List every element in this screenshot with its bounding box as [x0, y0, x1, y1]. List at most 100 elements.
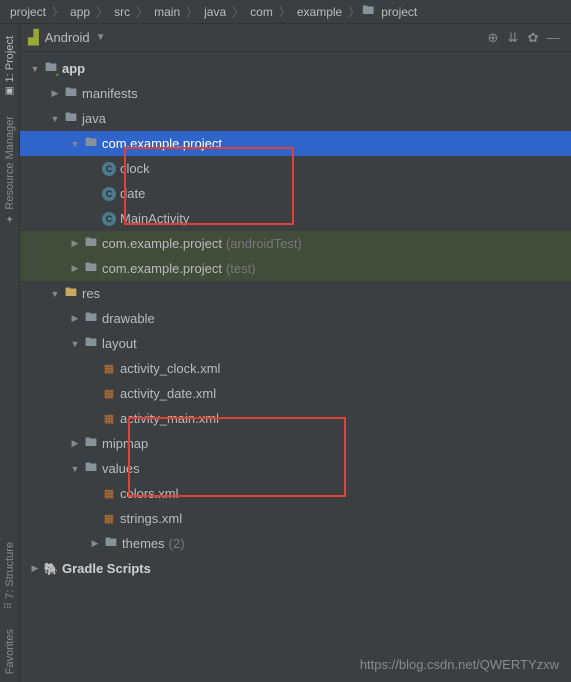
crumb-2[interactable]: src: [110, 5, 134, 19]
node-label: com.example.project: [102, 236, 222, 251]
expand-icon[interactable]: ▼: [68, 139, 82, 149]
node-suffix: (2): [169, 536, 185, 551]
crumb-sep: 〉: [230, 3, 246, 20]
gear-icon[interactable]: ✿: [523, 30, 543, 46]
crumb-sep: 〉: [50, 3, 66, 20]
tab-project[interactable]: ▣1: Project: [2, 28, 18, 104]
node-drawable[interactable]: ▶ 🖿 drawable: [20, 306, 571, 331]
folder-icon: 🖿: [82, 433, 100, 454]
tab-structure[interactable]: ⠿7: Structure: [2, 534, 18, 617]
package-icon: 🖿: [82, 233, 100, 254]
expand-icon[interactable]: ▶: [68, 238, 82, 249]
class-icon: C: [102, 187, 116, 201]
class-icon: C: [102, 212, 116, 226]
expand-icon[interactable]: ▶: [28, 563, 42, 574]
panel-title[interactable]: Android: [45, 30, 90, 45]
expand-icon[interactable]: ▼: [68, 339, 82, 349]
crumb-4[interactable]: java: [200, 5, 230, 19]
crumb-7[interactable]: project: [377, 5, 421, 19]
expand-icon[interactable]: ▶: [68, 438, 82, 449]
expand-icon[interactable]: ▼: [48, 114, 62, 124]
class-icon: C: [102, 162, 116, 176]
tab-resource-manager[interactable]: ✦Resource Manager: [2, 108, 18, 232]
node-mipmap[interactable]: ▶ 🖿 mipmap: [20, 431, 571, 456]
module-icon: 🖿: [42, 58, 60, 79]
node-label: layout: [102, 336, 137, 351]
node-label: res: [82, 286, 100, 301]
node-pkg-test[interactable]: ▶ 🖿 com.example.project (test): [20, 256, 571, 281]
folder-icon: 🖿: [62, 83, 80, 104]
collapse-icon[interactable]: ⇊: [503, 30, 523, 46]
node-label: values: [102, 461, 140, 476]
node-label: MainActivity: [120, 211, 189, 226]
node-label: themes: [122, 536, 165, 551]
node-res[interactable]: ▼ 🖿 res: [20, 281, 571, 306]
expand-icon[interactable]: ▶: [48, 88, 62, 99]
expand-icon[interactable]: ▶: [88, 538, 102, 549]
crumb-sep: 〉: [184, 3, 200, 20]
node-class-date[interactable]: C date: [20, 181, 571, 206]
folder-icon: 🖿: [62, 108, 80, 129]
file-tree[interactable]: ▼ 🖿 app ▶ 🖿 manifests ▼ 🖿 java ▼ 🖿 com.e…: [20, 52, 571, 682]
node-label: activity_main.xml: [120, 411, 219, 426]
node-manifests[interactable]: ▶ 🖿 manifests: [20, 81, 571, 106]
breadcrumb[interactable]: project〉 app〉 src〉 main〉 java〉 com〉 exam…: [0, 0, 571, 24]
node-suffix: (test): [226, 261, 256, 276]
node-pkg-main[interactable]: ▼ 🖿 com.example.project: [20, 131, 571, 156]
node-values[interactable]: ▼ 🖿 values: [20, 456, 571, 481]
node-app[interactable]: ▼ 🖿 app: [20, 56, 571, 81]
crumb-3[interactable]: main: [150, 5, 184, 19]
node-themes[interactable]: ▶ 🖿 themes (2): [20, 531, 571, 556]
crumb-sep: 〉: [346, 3, 362, 20]
folder-icon: 🖿: [102, 533, 120, 554]
tab-favorites[interactable]: Favorites: [2, 621, 18, 682]
node-label: com.example.project: [102, 136, 222, 151]
folder-icon: 🖿: [82, 333, 100, 354]
node-class-clock[interactable]: C clock: [20, 156, 571, 181]
node-pkg-androidtest[interactable]: ▶ 🖿 com.example.project (androidTest): [20, 231, 571, 256]
node-colors-xml[interactable]: ▦ colors.xml: [20, 481, 571, 506]
target-icon[interactable]: ⊕: [483, 30, 503, 46]
node-java[interactable]: ▼ 🖿 java: [20, 106, 571, 131]
crumb-6[interactable]: example: [293, 5, 346, 19]
node-class-mainactivity[interactable]: C MainActivity: [20, 206, 571, 231]
watermark: https://blog.csdn.net/QWERTYzxw: [360, 657, 559, 672]
res-folder-icon: 🖿: [62, 283, 80, 304]
node-label: strings.xml: [120, 511, 182, 526]
crumb-1[interactable]: app: [66, 5, 94, 19]
node-layout-clock[interactable]: ▦ activity_clock.xml: [20, 356, 571, 381]
node-layout-main[interactable]: ▦ activity_main.xml: [20, 406, 571, 431]
crumb-sep: 〉: [134, 3, 150, 20]
folder-icon: 🖿: [362, 1, 374, 22]
node-layout-date[interactable]: ▦ activity_date.xml: [20, 381, 571, 406]
node-label: date: [120, 186, 145, 201]
expand-icon[interactable]: ▶: [68, 313, 82, 324]
folder-icon: 🖿: [82, 458, 100, 479]
expand-icon[interactable]: ▼: [68, 464, 82, 474]
crumb-sep: 〉: [277, 3, 293, 20]
node-label: activity_date.xml: [120, 386, 216, 401]
node-label: drawable: [102, 311, 155, 326]
node-strings-xml[interactable]: ▦ strings.xml: [20, 506, 571, 531]
expand-icon[interactable]: ▼: [28, 64, 42, 74]
expand-icon[interactable]: ▼: [48, 289, 62, 299]
node-layout[interactable]: ▼ 🖿 layout: [20, 331, 571, 356]
gradle-icon: 🐘: [42, 562, 60, 576]
node-label: manifests: [82, 86, 138, 101]
xml-icon: ▦: [100, 412, 118, 425]
crumb-0[interactable]: project: [6, 5, 50, 19]
hide-icon[interactable]: —: [543, 30, 563, 45]
xml-icon: ▦: [100, 362, 118, 375]
node-gradle-scripts[interactable]: ▶ 🐘 Gradle Scripts: [20, 556, 571, 581]
xml-icon: ▦: [100, 512, 118, 525]
xml-icon: ▦: [100, 387, 118, 400]
expand-icon[interactable]: ▶: [68, 263, 82, 274]
node-label: mipmap: [102, 436, 148, 451]
crumb-5[interactable]: com: [246, 5, 277, 19]
node-label: app: [62, 61, 85, 76]
node-label: activity_clock.xml: [120, 361, 220, 376]
folder-icon: 🖿: [82, 308, 100, 329]
node-label: colors.xml: [120, 486, 179, 501]
node-label: com.example.project: [102, 261, 222, 276]
dropdown-icon[interactable]: ▼: [96, 32, 106, 43]
